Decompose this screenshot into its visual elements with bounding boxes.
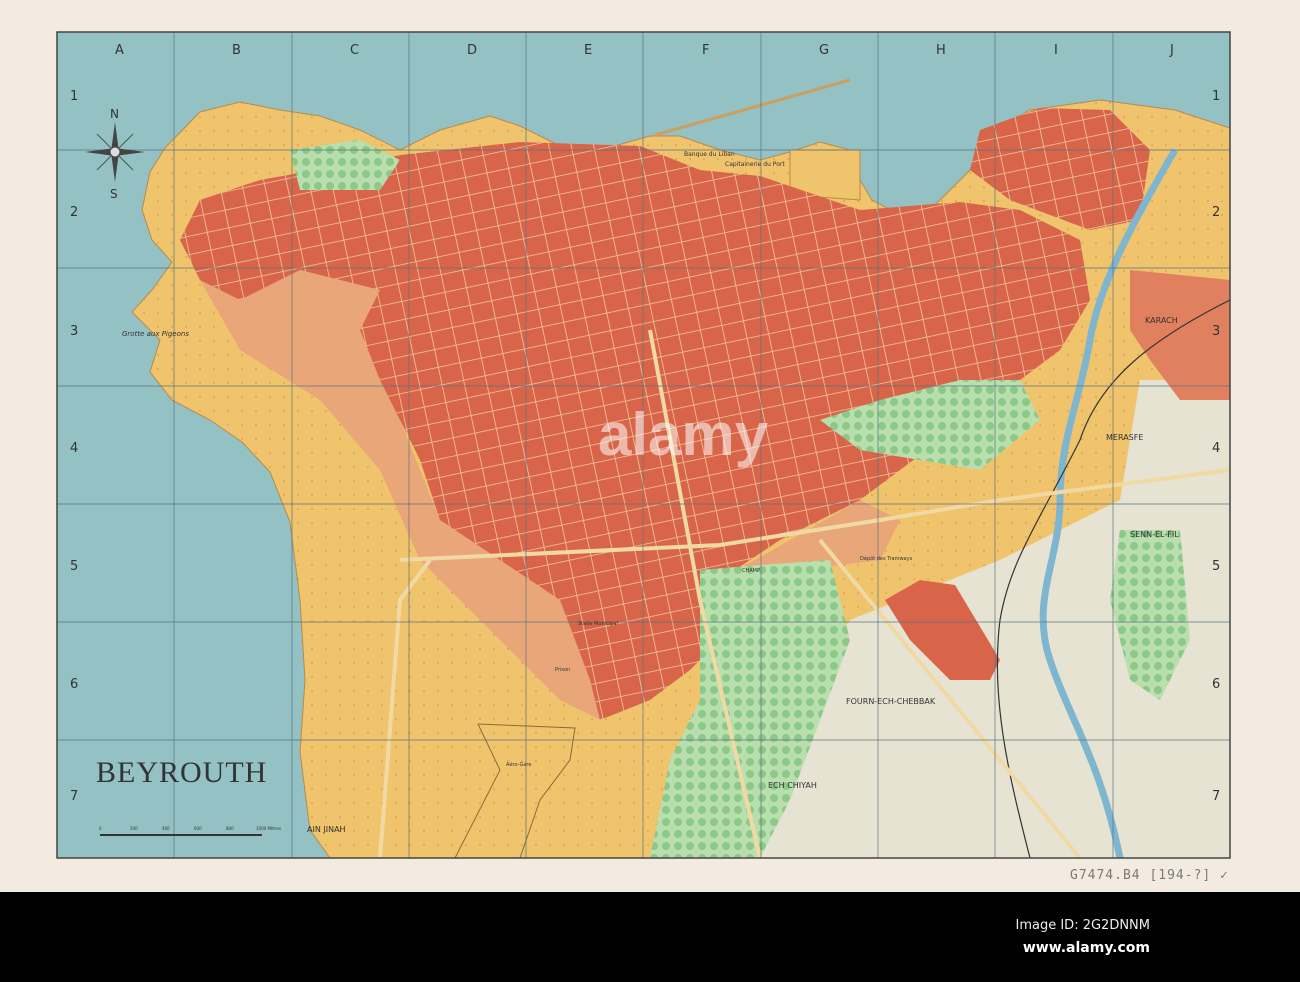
place-label: AIN JINAH <box>307 825 346 834</box>
watermark-bar <box>0 892 1300 982</box>
scale-tick: 400 <box>162 826 170 831</box>
image-id-label: Image ID: 2G2DNNM <box>1015 918 1151 933</box>
column-label: D <box>467 43 477 58</box>
row-label: 6 <box>70 677 78 692</box>
column-label: B <box>232 43 241 58</box>
place-label: Aéro-Gare <box>506 761 531 768</box>
column-label: C <box>350 43 359 58</box>
scale-tick: 1000 Mètres <box>256 826 281 831</box>
row-label: 6 <box>1212 677 1220 692</box>
column-label: J <box>1169 43 1174 58</box>
row-label: 5 <box>1212 559 1220 574</box>
place-label: ECH CHIYAH <box>768 781 817 790</box>
place-label: Capitainerie du Port <box>725 161 785 168</box>
place-label: KARACH <box>1145 316 1178 325</box>
place-label: Stade Municipal <box>578 621 618 627</box>
place-label: MERASFE <box>1106 433 1143 442</box>
column-label: I <box>1054 43 1058 58</box>
column-label: H <box>936 43 946 58</box>
row-label: 7 <box>70 789 78 804</box>
place-label: Banque du Liban <box>684 151 735 158</box>
column-label: F <box>702 43 709 58</box>
place-label: Dépôt des Tramways <box>860 555 913 562</box>
column-label: E <box>584 43 592 58</box>
catalog-annotation: G7474.B4 [194-?] ✓ <box>1070 868 1229 883</box>
place-label: FOURN-ECH-CHEBBAK <box>846 697 936 706</box>
scale-tick: 600 <box>194 826 202 831</box>
column-label: A <box>115 43 124 58</box>
scale-tick: 800 <box>226 826 234 831</box>
place-label: SENN-EL-FIL <box>1130 530 1179 539</box>
place-label: Prison <box>555 667 570 673</box>
site-url-label: www.alamy.com <box>1022 940 1150 956</box>
row-label: 4 <box>1212 441 1220 456</box>
row-label: 4 <box>70 441 78 456</box>
row-label: 3 <box>70 324 78 339</box>
scale-tick: 200 <box>130 826 138 831</box>
row-label: 7 <box>1212 789 1220 804</box>
place-label: Grotte aux Pigeons <box>122 330 189 338</box>
row-label: 2 <box>1212 205 1220 220</box>
row-label: 3 <box>1212 324 1220 339</box>
row-label: 1 <box>70 89 78 104</box>
place-label: CHAMP <box>742 568 760 574</box>
row-label: 1 <box>1212 89 1220 104</box>
column-label: G <box>819 43 829 58</box>
compass-south-label: S <box>110 187 118 201</box>
compass-north-label: N <box>110 107 119 121</box>
map-title: BEYROUTH <box>96 756 268 789</box>
row-label: 5 <box>70 559 78 574</box>
row-label: 2 <box>70 205 78 220</box>
